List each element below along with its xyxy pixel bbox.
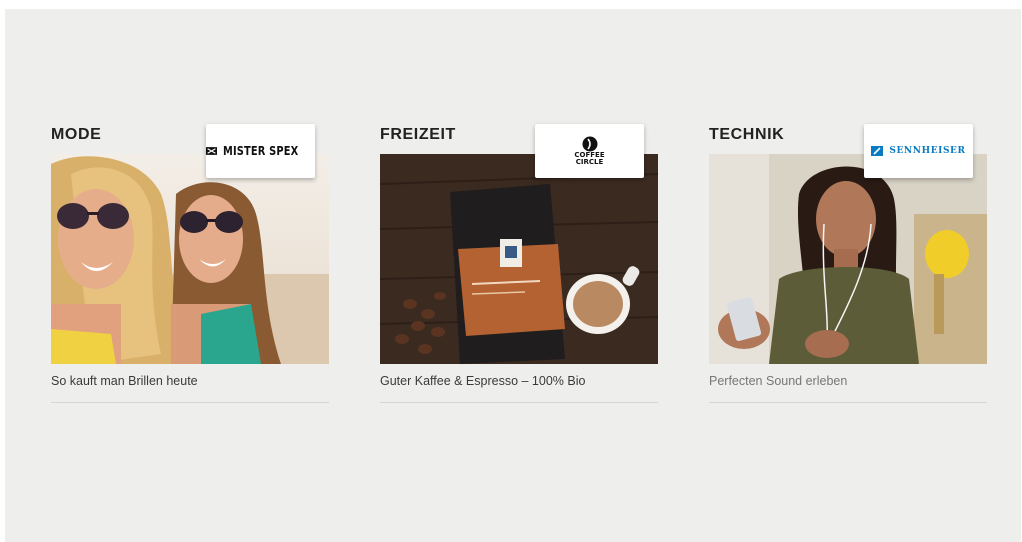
coffee-circle-logo-icon [582, 136, 597, 152]
card-category: FREIZEIT [380, 126, 456, 143]
card-category: MODE [51, 126, 102, 143]
card-image-freizeit[interactable] [380, 154, 658, 364]
brand-name: MISTER SPEX [223, 144, 299, 158]
card-caption[interactable]: Perfecten Sound erleben [709, 374, 847, 388]
card-caption[interactable]: Guter Kaffee & Espresso – 100% Bio [380, 374, 585, 388]
brand-badge-mister-spex[interactable]: MISTER SPEX [206, 124, 315, 178]
brand-name-line2: CIRCLE [575, 158, 604, 166]
brand-badge-sennheiser[interactable]: SENNHEISER [864, 124, 973, 178]
divider [51, 402, 329, 403]
card-caption[interactable]: So kauft man Brillen heute [51, 374, 198, 388]
card-freizeit[interactable]: FREIZEIT COFFEE CIRCLE Guter Kaffee & Es… [380, 124, 658, 404]
card-category: TECHNIK [709, 126, 785, 143]
brand-badge-coffee-circle[interactable]: COFFEE CIRCLE [535, 124, 644, 178]
card-mode[interactable]: MODE MISTER SPEX So kauft man Brillen he… [51, 124, 329, 404]
divider [709, 402, 987, 403]
card-image-mode[interactable] [51, 154, 329, 364]
sennheiser-logo-icon [871, 146, 884, 156]
brand-name: SENNHEISER [889, 146, 966, 156]
divider [380, 402, 658, 403]
card-image-technik[interactable] [709, 154, 987, 364]
card-technik[interactable]: TECHNIK SENNHEISER Perfecten Sound erleb… [709, 124, 987, 404]
mister-spex-logo-icon [206, 147, 218, 155]
